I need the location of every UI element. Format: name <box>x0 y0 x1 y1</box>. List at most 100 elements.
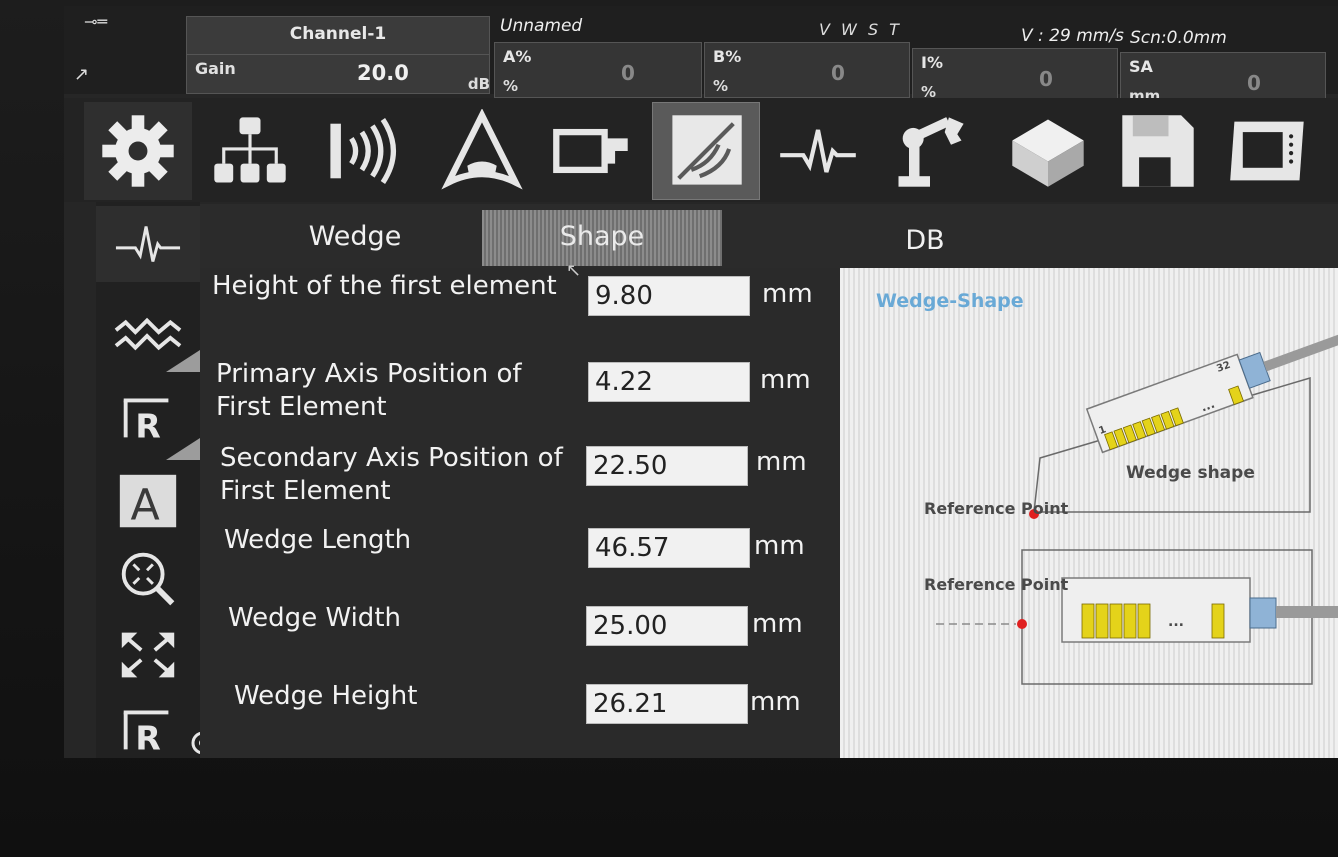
tab-bar: Wedge Shape DB <box>200 204 1338 268</box>
gate-a-readout[interactable]: A% % 0 <box>494 42 702 98</box>
probe-wedge-icon <box>553 128 628 174</box>
field-row-wedge-height: Wedge Height 26.21 mm <box>200 680 840 740</box>
tool-sector-scan[interactable] <box>428 102 536 200</box>
gain-control[interactable]: Gain 20.0 dB <box>186 54 490 94</box>
field-label: Wedge Width <box>228 603 401 633</box>
reference-point-label-1: Reference Point <box>924 499 1069 518</box>
gate-value: 0 <box>621 61 635 85</box>
side-expand[interactable] <box>96 616 200 692</box>
gate-name: SA <box>1129 57 1153 76</box>
scan-readout: Scn:0.0mm <box>1130 28 1227 48</box>
waveform-icon <box>780 129 856 173</box>
display-icon <box>1230 121 1304 181</box>
screen: ⊸═ ↗ Channel-1 Gain 20.0 dB Unnamed V W … <box>64 6 1338 758</box>
submenu-marker <box>166 350 200 372</box>
tool-probe-wedge[interactable] <box>538 102 646 200</box>
side-reference-2[interactable]: R <box>96 690 200 758</box>
svg-text:A: A <box>131 480 160 530</box>
tool-wedge-shape[interactable] <box>652 102 760 200</box>
wedge-shape-diagram: Wedge-Shape ... 1 32 Wedge shape Referen… <box>840 268 1338 758</box>
gate-name: B% <box>713 47 742 66</box>
gate-unit: % <box>503 77 519 95</box>
gear-icon <box>102 115 174 187</box>
field-label: Wedge Height <box>234 681 418 711</box>
tool-part[interactable] <box>994 102 1102 200</box>
field-label: Height of the first element <box>212 271 557 301</box>
wedge-length-input[interactable]: 46.57 <box>588 528 750 568</box>
probe-waves-icon <box>330 118 396 184</box>
secondary-axis-position-input[interactable]: 22.50 <box>586 446 748 486</box>
waveform-icon <box>115 226 181 262</box>
svg-text:R: R <box>135 406 160 445</box>
mode-indicators: V W S T <box>819 20 902 39</box>
gate-value: 0 <box>831 61 845 85</box>
gate-name: A% <box>503 47 532 66</box>
trend-icon[interactable]: ↗ <box>74 64 89 85</box>
gain-label: Gain <box>195 59 236 78</box>
gate-b-readout[interactable]: B% % 0 <box>704 42 910 98</box>
save-disk-icon <box>1122 115 1194 187</box>
side-zigzag[interactable] <box>96 298 200 374</box>
part-block-icon <box>1012 119 1084 187</box>
wedge-shape-icon <box>672 115 742 185</box>
scanner-arm-icon <box>898 117 964 187</box>
reference-r-icon: R <box>123 398 169 445</box>
wedge-height-input[interactable]: 26.21 <box>586 684 748 724</box>
side-waveform[interactable] <box>96 206 200 282</box>
field-row-wedge-length: Wedge Length 46.57 mm <box>200 524 840 584</box>
field-unit: mm <box>750 687 801 717</box>
field-unit: mm <box>760 365 811 395</box>
velocity-readout: V : 29 mm/s <box>1021 26 1124 46</box>
status-bar: ⊸═ ↗ Channel-1 Gain 20.0 dB Unnamed V W … <box>64 6 1338 108</box>
tool-hierarchy[interactable] <box>196 102 304 200</box>
power-plug-icon: ⊸═ <box>84 12 108 31</box>
tab-wedge[interactable]: Wedge <box>220 210 490 266</box>
field-unit: mm <box>752 609 803 639</box>
tool-scanner[interactable] <box>876 102 984 200</box>
side-reference[interactable]: R <box>96 378 200 460</box>
reference-point-label-2: Reference Point <box>924 575 1069 594</box>
field-label: Secondary Axis Position of First Element <box>220 443 563 506</box>
probe-cable <box>1276 606 1338 618</box>
left-sidebar: R A R <box>96 202 215 758</box>
svg-text:R: R <box>135 718 160 757</box>
wedge-diagram-graphic: ... 1 32 Wedge shape Reference Point ...… <box>924 334 1338 685</box>
gate-i-readout[interactable]: I% % 0 <box>912 48 1118 104</box>
main-toolbar <box>64 98 1338 202</box>
tool-settings[interactable] <box>84 102 192 200</box>
reference-point-marker-2 <box>1017 619 1027 629</box>
tab-shape[interactable]: Shape <box>482 210 722 266</box>
channel-selector[interactable]: Channel-1 <box>186 16 490 56</box>
field-row-first-element-height: Height of the first element 9.80 mm <box>200 268 840 348</box>
wedge-shape-label: Wedge shape <box>1126 463 1255 483</box>
shape-parameters-form: Height of the first element 9.80 mm Prim… <box>200 268 840 758</box>
gain-value: 20.0 <box>357 61 409 85</box>
submenu-marker <box>166 438 200 460</box>
tool-display[interactable] <box>1214 102 1322 200</box>
expand-arrows-icon <box>121 632 175 678</box>
field-row-primary-axis: Primary Axis Position of First Element 4… <box>200 356 840 436</box>
text-a-icon: A <box>119 474 177 530</box>
zoom-fit-icon <box>121 552 175 606</box>
mouse-cursor-icon: ↖ <box>566 260 582 281</box>
primary-axis-position-input[interactable]: 4.22 <box>588 362 750 402</box>
gate-name: I% <box>921 53 943 72</box>
probe-name: Unnamed <box>500 16 583 36</box>
first-element-height-input[interactable]: 9.80 <box>588 276 750 316</box>
tool-waveform[interactable] <box>764 102 872 200</box>
tool-save[interactable] <box>1104 102 1212 200</box>
side-text[interactable]: A <box>96 464 200 540</box>
probe-side: ... 1 32 <box>1085 334 1338 454</box>
tab-db[interactable]: DB <box>790 214 1060 270</box>
field-unit: mm <box>762 279 813 309</box>
field-unit: mm <box>756 447 807 477</box>
field-label: Primary Axis Position of First Element <box>216 359 522 422</box>
gate-value: 0 <box>1247 71 1261 95</box>
wedge-width-input[interactable]: 25.00 <box>586 606 748 646</box>
sector-scan-icon <box>441 109 523 190</box>
gate-value: 0 <box>1039 67 1053 91</box>
side-zoom[interactable] <box>96 540 200 616</box>
top-dots: ... <box>1168 614 1184 630</box>
tool-probe[interactable] <box>310 102 418 200</box>
status-icons: ⊸═ ↗ <box>64 6 182 94</box>
